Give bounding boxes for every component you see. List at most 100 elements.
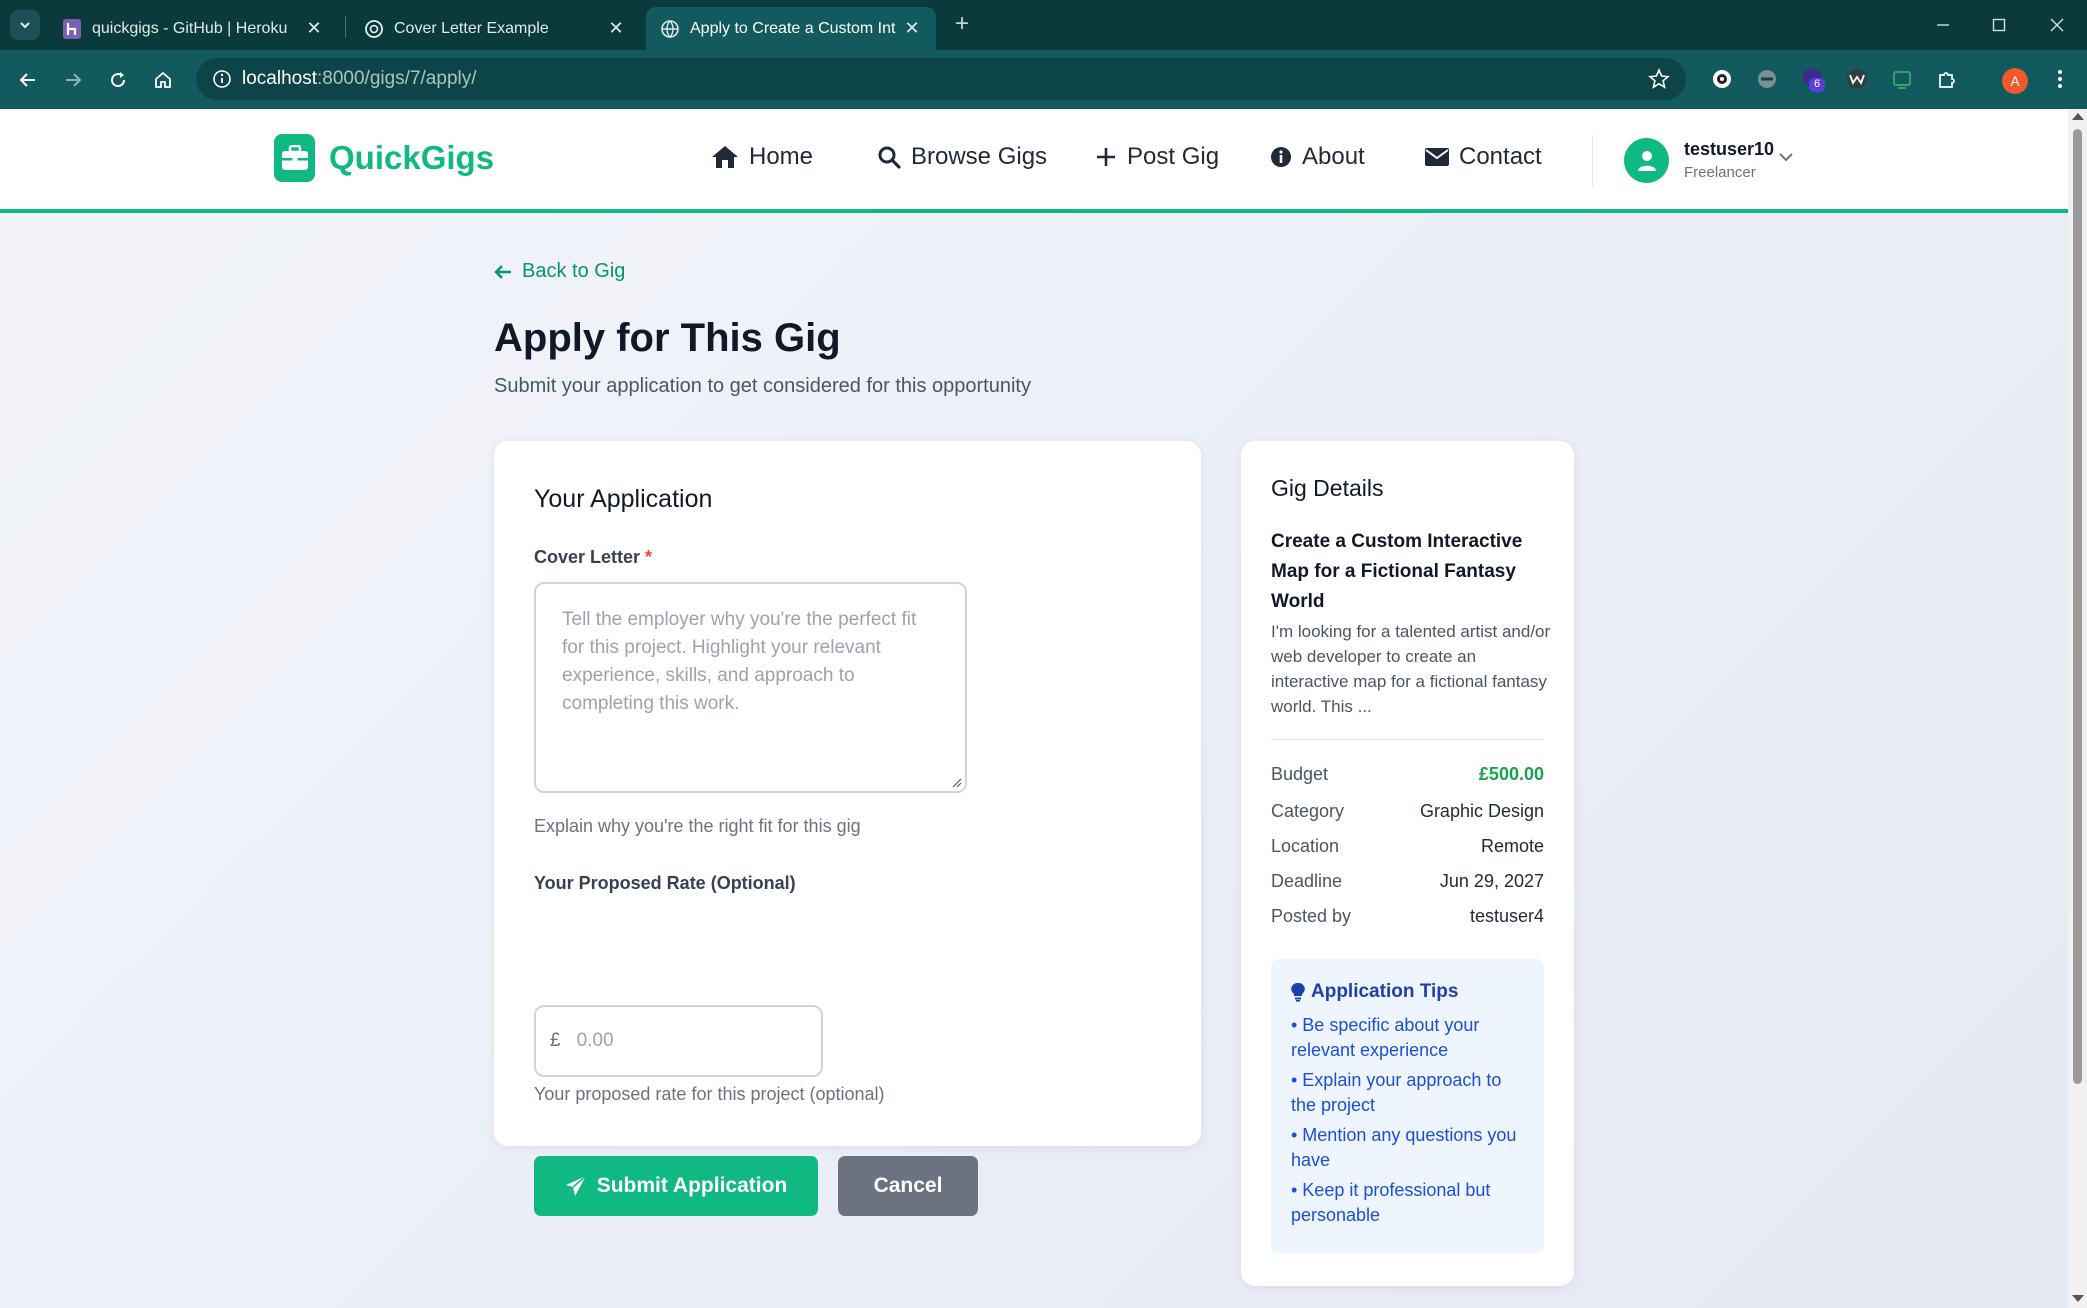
tab-title: quickgigs - GitHub | Heroku: [92, 19, 288, 37]
site-header: QuickGigs Home Browse Gigs Post Gig Abou…: [0, 109, 2068, 213]
extensions-puzzle-icon[interactable]: [1932, 64, 1962, 94]
application-card: Your Application Cover Letter * Tell the…: [494, 441, 1201, 1216]
detail-category: Category Graphic Design: [1271, 801, 1544, 821]
heroku-icon: [62, 18, 82, 39]
page-viewport: QuickGigs Home Browse Gigs Post Gig Abou…: [0, 109, 2068, 1308]
nav-contact[interactable]: Contact: [1425, 143, 1542, 171]
home-icon: [711, 145, 739, 169]
rate-placeholder: 0.00: [576, 1030, 614, 1051]
extension-w-icon[interactable]: [1842, 64, 1872, 94]
brand-logo[interactable]: QuickGigs: [274, 134, 494, 182]
plus-icon: [1095, 146, 1117, 168]
site-info-icon[interactable]: [202, 58, 242, 100]
user-name[interactable]: testuser10: [1684, 139, 1774, 160]
application-heading: Your Application: [534, 485, 713, 513]
address-bar[interactable]: localhost:8000/gigs/7/apply/: [196, 58, 1686, 100]
currency-symbol: £: [550, 1030, 561, 1051]
detail-posted-by: Posted by testuser4: [1271, 906, 1544, 926]
detail-location: Location Remote: [1271, 836, 1544, 856]
new-tab-button[interactable]: +: [950, 12, 974, 37]
scroll-down-icon[interactable]: [2072, 1295, 2084, 1302]
browser-tab-heroku[interactable]: quickgigs - GitHub | Heroku ✕: [48, 7, 338, 50]
close-window-icon[interactable]: [2042, 10, 2072, 40]
proposed-rate-input[interactable]: £ 0.00: [534, 1005, 823, 1077]
browser-tab-active[interactable]: Apply to Create a Custom Intera ✕: [646, 7, 936, 50]
nav-home-label: Home: [749, 143, 814, 170]
close-tab-icon[interactable]: ✕: [902, 18, 922, 39]
detail-budget: Budget £500.00: [1271, 764, 1544, 784]
maximize-icon[interactable]: [1984, 10, 2014, 40]
gig-details-card: Gig Details Create a Custom Interactive …: [1241, 441, 1574, 1286]
brand-name: QuickGigs: [329, 139, 495, 176]
submit-application-button[interactable]: Submit Application: [534, 1156, 818, 1216]
nav-about-label: About: [1302, 143, 1365, 170]
globe-icon: [660, 19, 680, 39]
forward-button[interactable]: [57, 64, 89, 96]
nav-browse-label: Browse Gigs: [911, 143, 1048, 170]
url-text: localhost:8000/gigs/7/apply/: [242, 68, 477, 89]
profile-avatar[interactable]: A: [2002, 68, 2028, 94]
cover-letter-help: Explain why you're the right fit for thi…: [534, 816, 861, 836]
nav-about[interactable]: About: [1270, 143, 1365, 171]
reload-icon: [111, 72, 126, 88]
user-role: Freelancer: [1684, 164, 1756, 181]
header-divider: [1592, 135, 1593, 187]
close-tab-icon[interactable]: ✕: [606, 18, 626, 39]
back-button[interactable]: [12, 64, 44, 96]
home-button[interactable]: [147, 64, 179, 96]
chevron-down-icon[interactable]: [1778, 151, 1794, 163]
close-tab-icon[interactable]: ✕: [304, 18, 324, 39]
rate-help: Your proposed rate for this project (opt…: [534, 1084, 885, 1104]
budget-value: £500.00: [1478, 764, 1544, 784]
cancel-button[interactable]: Cancel: [838, 1156, 978, 1216]
page-title: Apply for This Gig: [494, 316, 841, 360]
page-scrollbar[interactable]: [2068, 109, 2087, 1308]
nav-post-label: Post Gig: [1127, 143, 1220, 170]
extension-screen-icon[interactable]: [1887, 64, 1917, 94]
nav-browse-gigs[interactable]: Browse Gigs: [877, 143, 1047, 171]
cover-letter-label: Cover Letter *: [534, 547, 653, 567]
browser-toolbar: localhost:8000/gigs/7/apply/ 6 A: [0, 50, 2087, 109]
rate-label: Your Proposed Rate (Optional): [534, 873, 796, 893]
nav-contact-label: Contact: [1459, 143, 1542, 170]
arrow-left-icon: [19, 73, 35, 87]
cover-letter-textarea[interactable]: Tell the employer why you're the perfect…: [534, 582, 967, 793]
gig-title: Create a Custom Interactive Map for a Fi…: [1271, 531, 1523, 612]
search-icon: [877, 145, 901, 169]
extension-badge-count: 6: [1814, 78, 1821, 90]
detail-deadline: Deadline Jun 29, 2027: [1271, 871, 1544, 891]
resize-grip-icon[interactable]: [952, 778, 962, 788]
extension-badge-icon[interactable]: 6: [1797, 64, 1827, 94]
bookmark-star-icon[interactable]: [1648, 68, 1670, 90]
arrow-right-icon: [66, 73, 82, 87]
cover-letter-placeholder: Tell the employer why you're the perfect…: [562, 609, 917, 714]
application-tips: Application Tips • Be specific about you…: [1271, 959, 1544, 1253]
tab-search-button[interactable]: [10, 10, 40, 40]
required-mark: *: [645, 547, 653, 567]
info-circle-icon: [1270, 146, 1292, 168]
tip-item: • Mention any questions you have: [1291, 1125, 1517, 1170]
lightbulb-icon: [1291, 982, 1305, 1002]
user-avatar-icon[interactable]: [1624, 138, 1669, 183]
tab-title: Apply to Create a Custom Intera: [690, 19, 896, 37]
gig-details-heading: Gig Details: [1271, 475, 1384, 501]
back-to-gig-link[interactable]: Back to Gig: [494, 260, 625, 283]
tab-title: Cover Letter Example: [394, 19, 549, 37]
scroll-up-icon[interactable]: [2072, 113, 2084, 120]
envelope-icon: [1425, 147, 1449, 167]
divider: [1271, 739, 1544, 740]
scroll-thumb[interactable]: [2073, 129, 2082, 1084]
browser-tab-cover-letter[interactable]: Cover Letter Example ✕: [350, 7, 640, 50]
browser-menu-icon[interactable]: [2045, 64, 2075, 94]
home-icon: [155, 71, 171, 88]
submit-label: Submit Application: [596, 1174, 788, 1197]
minimize-icon[interactable]: [1928, 10, 1958, 40]
back-link-label: Back to Gig: [522, 260, 626, 282]
briefcase-icon: [274, 134, 315, 182]
nav-post-gig[interactable]: Post Gig: [1095, 143, 1219, 171]
reload-button[interactable]: [102, 64, 134, 96]
extension-target-icon[interactable]: [1707, 64, 1737, 94]
extension-blocker-icon[interactable]: [1752, 64, 1782, 94]
nav-home[interactable]: Home: [711, 143, 813, 171]
gig-description: I'm looking for a talented artist and/or…: [1271, 622, 1551, 716]
